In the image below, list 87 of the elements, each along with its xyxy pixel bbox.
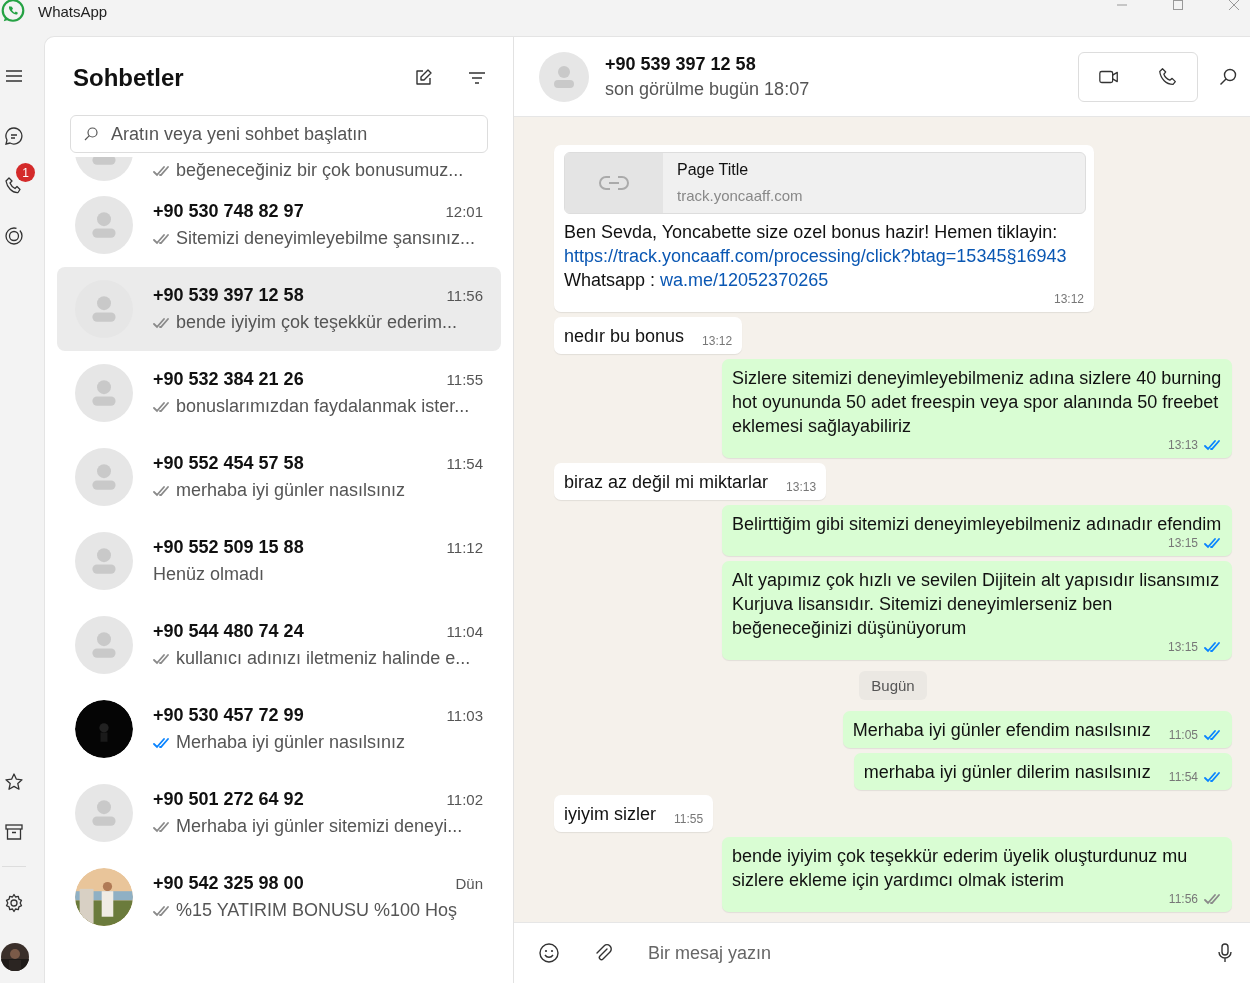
link[interactable]: wa.me/12052370265 — [660, 270, 829, 290]
contact-name: +90 552 454 57 58 — [153, 453, 304, 474]
settings-icon[interactable] — [4, 893, 24, 913]
chat-list-item[interactable]: +90 501 272 64 92 11:02 Merhaba iyi günler sitemizi deneyi... — [57, 771, 501, 855]
timestamp: 11:03 — [446, 707, 483, 724]
chat-list-item[interactable]: +90 532 384 21 26 11:55 bonuslarımızdan faydalanmak ister... — [57, 351, 501, 435]
phone-icon[interactable] — [4, 176, 24, 196]
chat-list-item[interactable]: +90 530 748 82 97 12:01 Sitemizi deneyimleyebilme şansınız... — [57, 183, 501, 267]
chat-list-item[interactable]: +90 552 454 57 58 11:54 merhaba iyi günler nasılsınız — [57, 435, 501, 519]
star-icon[interactable] — [4, 772, 24, 792]
message-text: Alt yapımız çok hızlı ve sevilen Dijitein alt yapısıdır lisansımız Kurjuva lisansıdır. Sitemizi deneyimlerseniz ben beğeneceğinizi düşünüyorum — [732, 569, 1221, 640]
whatsapp-logo-icon — [0, 0, 26, 24]
timestamp: 11:56 — [1168, 892, 1198, 906]
contact-name: +90 501 272 64 92 — [153, 789, 304, 810]
chat-list-item[interactable]: +90 539 397 12 58 11:56 bende iyiyim çok teşekkür ederim... — [57, 267, 501, 351]
contact-name: +90 544 480 74 24 — [153, 621, 304, 642]
timestamp: 13:13 — [1167, 438, 1198, 452]
search-input[interactable]: Aratın veya yeni sohbet başlatın — [109, 122, 475, 146]
timestamp: 13:15 — [1167, 640, 1198, 654]
link[interactable]: https://track.yoncaaff.com/processing/click?btag=15345§16943 — [564, 246, 1067, 266]
timestamp: 11:55 — [674, 812, 704, 826]
timestamp: 11:56 — [446, 287, 483, 304]
message-text: Belirttiğim gibi sitemizi deneyimleyebilmeniz adınadır efendim — [732, 513, 1222, 536]
timestamp: 13:13 — [786, 480, 817, 494]
last-seen: son görülme bugün 18:07 — [605, 78, 811, 100]
message-preview: %15 YATIRIM BONUSU %100 Hoş — [176, 900, 458, 921]
message-preview: beğeneceğiniz bir çok bonusumuz... — [176, 160, 464, 181]
chat-list-item[interactable]: +90 530 457 72 99 11:03 Merhaba iyi günler nasılsınız — [57, 687, 501, 771]
message-preview: Merhaba iyi günler sitemizi deneyi... — [176, 816, 463, 837]
chat-list-item[interactable]: +90 544 480 74 24 11:04 kullanıcı adınızı iletmeniz halinde e... — [57, 603, 501, 687]
timestamp: 11:02 — [446, 791, 483, 808]
message-preview: bonuslarımızdan faydalanmak ister... — [176, 396, 470, 417]
contact-name[interactable]: +90 539 397 12 58 — [605, 53, 1078, 75]
preview-domain: track.yoncaaff.com — [677, 186, 803, 206]
search-icon — [83, 126, 99, 142]
message-text: Ben Sevda, Yoncabette size ozel bonus hazir! Hemen tiklayin: https://track.yoncaaff.com/processing/click?btag=15345§16943 Whatsapp : wa.me/12052370265 — [564, 221, 1067, 292]
contact-name: +90 530 457 72 99 — [153, 705, 304, 726]
message-preview: Merhaba iyi günler nasılsınız — [176, 732, 406, 753]
message-text: iyiyim sizler — [564, 803, 656, 826]
message-text: nedır bu bonus — [564, 325, 685, 348]
message-text: merhaba iyi günler dilerim nasılsınız — [863, 761, 1151, 784]
chat-bubble-icon[interactable] — [4, 126, 24, 146]
contact-name: +90 542 325 98 00 — [153, 873, 304, 894]
new-chat-icon[interactable] — [413, 68, 433, 88]
search-icon[interactable] — [1218, 66, 1238, 87]
status-icon[interactable] — [4, 226, 24, 246]
link-preview-card[interactable]: Page Title track.yoncaaff.com — [564, 152, 1086, 214]
notification-badge: 1 — [16, 163, 35, 182]
message-preview: kullanıcı adınızı iletmeniz halinde e... — [176, 648, 471, 669]
link-icon — [598, 175, 630, 191]
timestamp: 11:05 — [1168, 728, 1198, 742]
timestamp: 11:54 — [1168, 770, 1198, 784]
contact-name: +90 539 397 12 58 — [153, 285, 304, 306]
timestamp: 11:55 — [446, 371, 483, 388]
message-text: bende iyiyim çok teşekkür ederim üyelik oluşturdunuz mu sizlere ekleme için yardımcı olmak isterim — [732, 845, 1189, 892]
timestamp: 12:01 — [445, 203, 483, 220]
timestamp: 13:12 — [1053, 292, 1084, 306]
chat-list-item[interactable]: beğeneceğiniz bir çok bonusumuz... — [57, 157, 501, 183]
message-text: Merhaba iyi günler efendim nasılsınız — [852, 719, 1151, 742]
timestamp: 13:12 — [702, 334, 733, 348]
panel-title: Sohbetler — [73, 64, 185, 92]
message-text: Sizlere sitemizi deneyimleyebilmeniz adına sizlere 40 burning hot oyununda 50 adet freespin veya spor alanında 50 freebet eklemesi sağlayabiliriz — [732, 367, 1222, 438]
contact-name: +90 552 509 15 88 — [153, 537, 304, 558]
timestamp: 11:04 — [446, 623, 483, 640]
preview-title: Page Title — [677, 160, 750, 180]
emoji-icon[interactable] — [538, 942, 560, 964]
window-title: WhatsApp — [38, 2, 108, 20]
close-icon[interactable] — [1228, 0, 1240, 11]
archive-icon[interactable] — [4, 822, 24, 842]
contact-name: +90 532 384 21 26 — [153, 369, 304, 390]
message-preview: Sitemizi deneyimleyebilme şansınız... — [176, 228, 476, 249]
message-preview: bende iyiyim çok teşekkür ederim... — [176, 312, 458, 333]
timestamp: 11:54 — [446, 455, 483, 472]
message-preview: Henüz olmadı — [153, 564, 265, 585]
timestamp: 11:12 — [446, 539, 483, 556]
timestamp: 13:15 — [1167, 536, 1198, 550]
message-text: biraz az değil mi miktarlar — [564, 471, 769, 494]
contact-name: +90 530 748 82 97 — [153, 201, 304, 222]
chat-list-item[interactable]: +90 542 325 98 00 Dün %15 YATIRIM BONUSU %100 Hoş — [57, 855, 501, 939]
search-field[interactable]: Aratın veya yeni sohbet başlatın — [70, 115, 488, 153]
phone-icon — [1156, 65, 1179, 88]
chat-list-item[interactable]: +90 552 509 15 88 11:12 Henüz olmadı — [57, 519, 501, 603]
message-composer[interactable]: Bir mesaj yazın — [514, 922, 1250, 983]
message-preview: merhaba iyi günler nasılsınız — [176, 480, 406, 501]
maximize-icon[interactable] — [1172, 0, 1184, 11]
message-input[interactable]: Bir mesaj yazın — [646, 941, 1182, 965]
timestamp: Dün — [455, 875, 483, 892]
